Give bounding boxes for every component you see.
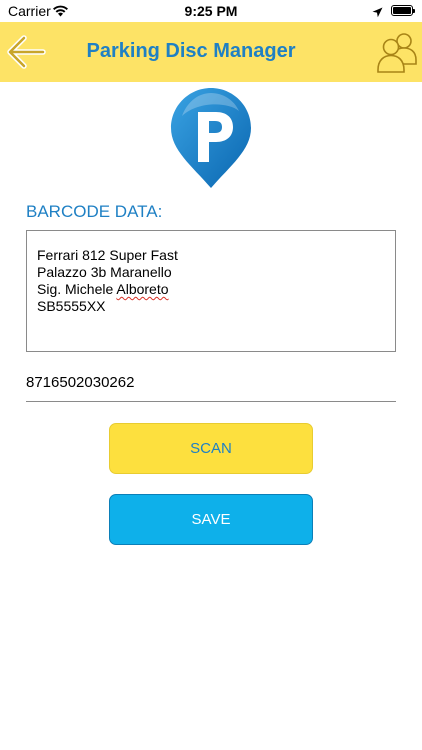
barcode-data-textarea[interactable]: Ferrari 812 Super Fast Palazzo 3b Marane… bbox=[26, 230, 396, 352]
misspelled-word: Alboreto bbox=[116, 281, 169, 297]
battery-icon bbox=[391, 5, 415, 16]
barcode-data-label: BARCODE DATA: bbox=[26, 202, 163, 221]
users-icon bbox=[377, 33, 417, 73]
barcode-number-field[interactable]: 8716502030262 bbox=[26, 368, 396, 402]
status-bar: Carrier 9:25 PM bbox=[0, 0, 422, 22]
header-bar: Parking Disc Manager bbox=[0, 22, 422, 82]
location-arrow-icon bbox=[372, 5, 383, 23]
save-button[interactable]: SAVE bbox=[109, 494, 313, 545]
parking-logo bbox=[168, 86, 254, 190]
clock-time: 9:25 PM bbox=[184, 3, 238, 19]
barcode-line: Sig. Michele Alboreto bbox=[37, 281, 385, 298]
scan-button[interactable]: SCAN bbox=[109, 423, 313, 474]
barcode-line-text: Sig. Michele bbox=[37, 281, 117, 297]
parking-pin-icon bbox=[171, 88, 251, 188]
barcode-line: Ferrari 812 Super Fast bbox=[37, 247, 178, 263]
users-button[interactable] bbox=[376, 30, 418, 74]
page-title: Parking Disc Manager bbox=[86, 40, 296, 62]
barcode-line: SB5555XX bbox=[37, 298, 106, 314]
barcode-line: Palazzo 3b Maranello bbox=[37, 264, 172, 280]
